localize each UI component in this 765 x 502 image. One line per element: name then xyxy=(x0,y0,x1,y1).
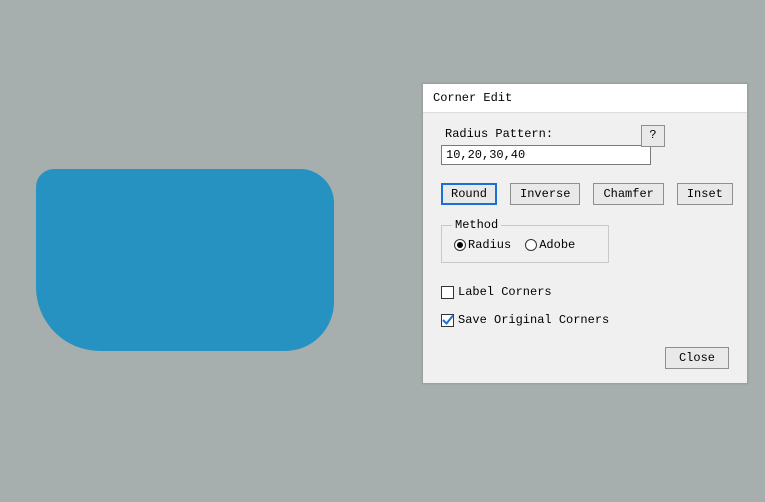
checkbox-icon xyxy=(441,286,454,299)
checkbox-icon xyxy=(441,314,454,327)
corner-edit-dialog: Corner Edit Radius Pattern: ? Round Inve… xyxy=(422,83,748,384)
method-adobe-label: Adobe xyxy=(539,238,575,252)
method-adobe-radio[interactable]: Adobe xyxy=(525,238,575,252)
radio-icon xyxy=(454,239,466,251)
label-corners-text: Label Corners xyxy=(458,285,552,299)
chamfer-button[interactable]: Chamfer xyxy=(593,183,663,205)
inverse-button[interactable]: Inverse xyxy=(510,183,580,205)
dialog-footer: Close xyxy=(441,347,729,369)
method-radio-row: Radius Adobe xyxy=(454,238,596,252)
radius-pattern-label: Radius Pattern: xyxy=(441,127,729,141)
save-original-text: Save Original Corners xyxy=(458,313,609,327)
corner-preview-shape xyxy=(36,169,334,351)
label-corners-checkbox[interactable]: Label Corners xyxy=(441,285,729,299)
method-groupbox: Method Radius Adobe xyxy=(441,225,609,263)
method-radius-label: Radius xyxy=(468,238,511,252)
method-legend: Method xyxy=(452,218,501,232)
radius-pattern-input[interactable] xyxy=(441,145,651,165)
dialog-body: Radius Pattern: ? Round Inverse Chamfer … xyxy=(423,113,747,383)
inset-button[interactable]: Inset xyxy=(677,183,733,205)
save-original-checkbox[interactable]: Save Original Corners xyxy=(441,313,729,327)
method-radius-radio[interactable]: Radius xyxy=(454,238,511,252)
radio-icon xyxy=(525,239,537,251)
dialog-title: Corner Edit xyxy=(423,84,747,113)
close-button[interactable]: Close xyxy=(665,347,729,369)
corner-type-row: Round Inverse Chamfer Inset xyxy=(441,183,729,205)
round-button[interactable]: Round xyxy=(441,183,497,205)
help-button[interactable]: ? xyxy=(641,125,665,147)
